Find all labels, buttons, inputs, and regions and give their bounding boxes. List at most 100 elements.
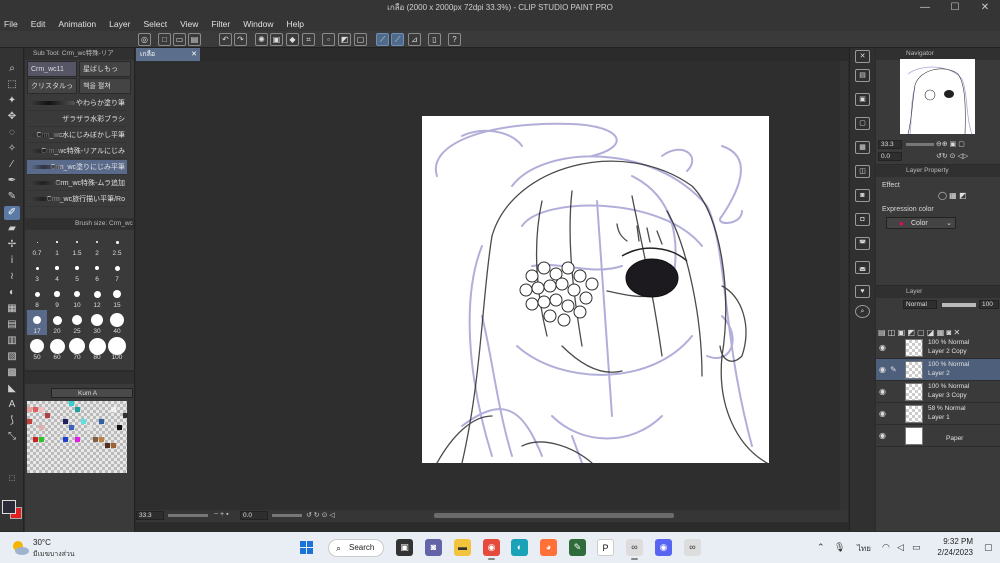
blend-tool-icon[interactable]: ≀: [4, 270, 20, 284]
smartphone-icon[interactable]: ▯: [428, 33, 441, 46]
brush-item[interactable]: Crm_wc特殊-リアルにじみ: [27, 144, 127, 159]
brush-size-option[interactable]: 0.7: [27, 232, 47, 257]
snap-special-ruler-icon[interactable]: ⟋: [391, 33, 404, 46]
close-tab-icon[interactable]: ✕: [191, 48, 197, 61]
brush-size-option[interactable]: 100: [107, 336, 127, 361]
brush-item[interactable]: Crm_wc旅行描い平筆/Ro: [27, 192, 127, 207]
layer-row[interactable]: ◉ 100 % Normal Layer 3 Copy: [876, 381, 1000, 403]
zoom-tool-icon[interactable]: ⌕: [4, 62, 20, 76]
close-panel-icon[interactable]: ✕: [855, 50, 870, 63]
brush-size-option[interactable]: 30: [87, 310, 107, 335]
nav-rotation-field[interactable]: 0.0: [878, 152, 902, 161]
color-swap-icon[interactable]: ⬚: [4, 472, 20, 486]
decoration-tool-icon[interactable]: ✢: [4, 238, 20, 252]
camera-icon[interactable]: ◙: [855, 189, 870, 202]
brush-size-option[interactable]: 6: [87, 258, 107, 283]
color-swatch[interactable]: [45, 413, 50, 418]
rotation-controls-icon[interactable]: ↺ ↻ ⊙ ◁: [306, 511, 335, 519]
brush-size-option[interactable]: 70: [67, 336, 87, 361]
canvas-area[interactable]: [136, 61, 848, 510]
clip-studio-taskbar-icon[interactable]: ∞: [626, 539, 643, 560]
layer-toolbar-icons[interactable]: ▤ ◫ ▣ ◩ ▢ ◪ ▦ ◙ ✕: [878, 328, 960, 337]
hand-tool-icon[interactable]: ⤡: [4, 430, 20, 444]
pixiv-icon[interactable]: P: [597, 539, 614, 556]
layer-row[interactable]: ◉ ✎ 100 % Normal Layer 2: [876, 359, 1000, 381]
zoom-slider[interactable]: [168, 514, 208, 517]
magic-wand-tool-icon[interactable]: ✧: [4, 142, 20, 156]
color-swatch[interactable]: [69, 401, 74, 406]
weather-partly-cloudy-icon[interactable]: [10, 538, 30, 558]
brush-item[interactable]: やわらか塗り筆: [27, 96, 127, 111]
color-swatch[interactable]: [99, 419, 104, 424]
brush-size-option[interactable]: 1: [47, 232, 67, 257]
microphone-icon[interactable]: 🎙: [834, 542, 845, 553]
menu-select[interactable]: Select: [143, 19, 167, 29]
weather-description[interactable]: มีเมฆบางส่วน: [33, 549, 75, 560]
sub-view-icon[interactable]: ▢: [855, 117, 870, 130]
color-swatch[interactable]: [87, 425, 92, 430]
zoom-controls-icon[interactable]: − + ▪: [214, 511, 229, 518]
nav-rotate-controls-icon[interactable]: ↺↻ ⊙ ◁▷: [936, 152, 968, 160]
move-tool-icon[interactable]: ✥: [4, 110, 20, 124]
subtool-tab-2[interactable]: 星ばしもっ: [79, 61, 131, 77]
brush-size-option[interactable]: 2.5: [107, 232, 127, 257]
color-swatch[interactable]: [33, 437, 38, 442]
material-icon[interactable]: ◫: [855, 165, 870, 178]
history-icon[interactable]: ▣: [855, 93, 870, 106]
frame-border-tool-icon[interactable]: ▩: [4, 366, 20, 380]
opacity-slider[interactable]: [942, 303, 976, 307]
notes-app-icon[interactable]: ✎: [569, 539, 586, 556]
menu-window[interactable]: Window: [243, 19, 273, 29]
pen-tool-icon[interactable]: ✒: [4, 174, 20, 188]
figure-tool-icon[interactable]: ▥: [4, 334, 20, 348]
weather-temperature[interactable]: 30°C: [33, 538, 51, 547]
brush-size-option[interactable]: 10: [67, 284, 87, 309]
brush-size-option[interactable]: 15: [107, 284, 127, 309]
brush-item[interactable]: Crm_wc特殊-ムラ追加: [27, 176, 127, 191]
clip-studio-icon[interactable]: ◎: [138, 33, 151, 46]
color-swatch[interactable]: [117, 425, 122, 430]
menu-edit[interactable]: Edit: [31, 19, 46, 29]
airbrush-tool-icon[interactable]: ⅰ: [4, 254, 20, 268]
brush-item[interactable]: ザラザラ水彩ブラシ: [27, 112, 127, 127]
brush-size-option[interactable]: 9: [47, 284, 67, 309]
save-icon[interactable]: ▤: [188, 33, 201, 46]
transform-icon[interactable]: ⌗: [302, 33, 315, 46]
color-swatch[interactable]: [75, 437, 80, 442]
frame-tool-icon[interactable]: ▦: [4, 302, 20, 316]
deselect-icon[interactable]: ▫: [322, 33, 335, 46]
eyedropper-tool-icon[interactable]: ⁄: [4, 158, 20, 172]
rotation-slider[interactable]: [272, 514, 302, 517]
brush-size-option[interactable]: 8: [27, 284, 47, 309]
color-swatch[interactable]: [33, 407, 38, 412]
new-file-icon[interactable]: □: [158, 33, 171, 46]
file-explorer-icon[interactable]: ▬: [454, 539, 471, 556]
nav-zoom-slider[interactable]: [906, 143, 934, 146]
maximize-button[interactable]: ☐: [940, 0, 970, 16]
layer-property-icon[interactable]: ▤: [855, 69, 870, 82]
menu-filter[interactable]: Filter: [211, 19, 230, 29]
brush-size-option[interactable]: 25: [67, 310, 87, 335]
visibility-eye-icon[interactable]: ◉: [879, 365, 886, 374]
layer-row[interactable]: ◉ 58 % Normal Layer 1: [876, 403, 1000, 425]
expression-color-dropdown[interactable]: ● Color ⌄: [886, 217, 956, 229]
notification-icon[interactable]: ▢: [984, 542, 993, 553]
nav-zoom-controls-icon[interactable]: ⊖⊕ ▣ ▢: [936, 140, 965, 148]
color-swatch[interactable]: [69, 425, 74, 430]
windows-start-icon[interactable]: [300, 541, 314, 555]
brush-size-option[interactable]: 60: [47, 336, 67, 361]
canvas-horizontal-scrollbar[interactable]: [434, 513, 674, 518]
menu-animation[interactable]: Animation: [58, 19, 96, 29]
brush-size-option[interactable]: 40: [107, 310, 127, 335]
brush-size-option[interactable]: 17: [27, 310, 47, 335]
brush-size-option[interactable]: 20: [47, 310, 67, 335]
brush-size-option[interactable]: 3: [27, 258, 47, 283]
opacity-field[interactable]: 100: [979, 300, 999, 309]
layer-row[interactable]: ◉ 100 % Normal Layer 2 Copy: [876, 337, 1000, 359]
color-swatch[interactable]: [81, 419, 86, 424]
brush-tool-icon[interactable]: ✐: [4, 206, 20, 220]
language-indicator[interactable]: ไทย: [857, 542, 871, 555]
brush-size-option[interactable]: 4: [47, 258, 67, 283]
canvas-vertical-scrollbar[interactable]: [840, 61, 848, 510]
brush-size-option[interactable]: 1.5: [67, 232, 87, 257]
